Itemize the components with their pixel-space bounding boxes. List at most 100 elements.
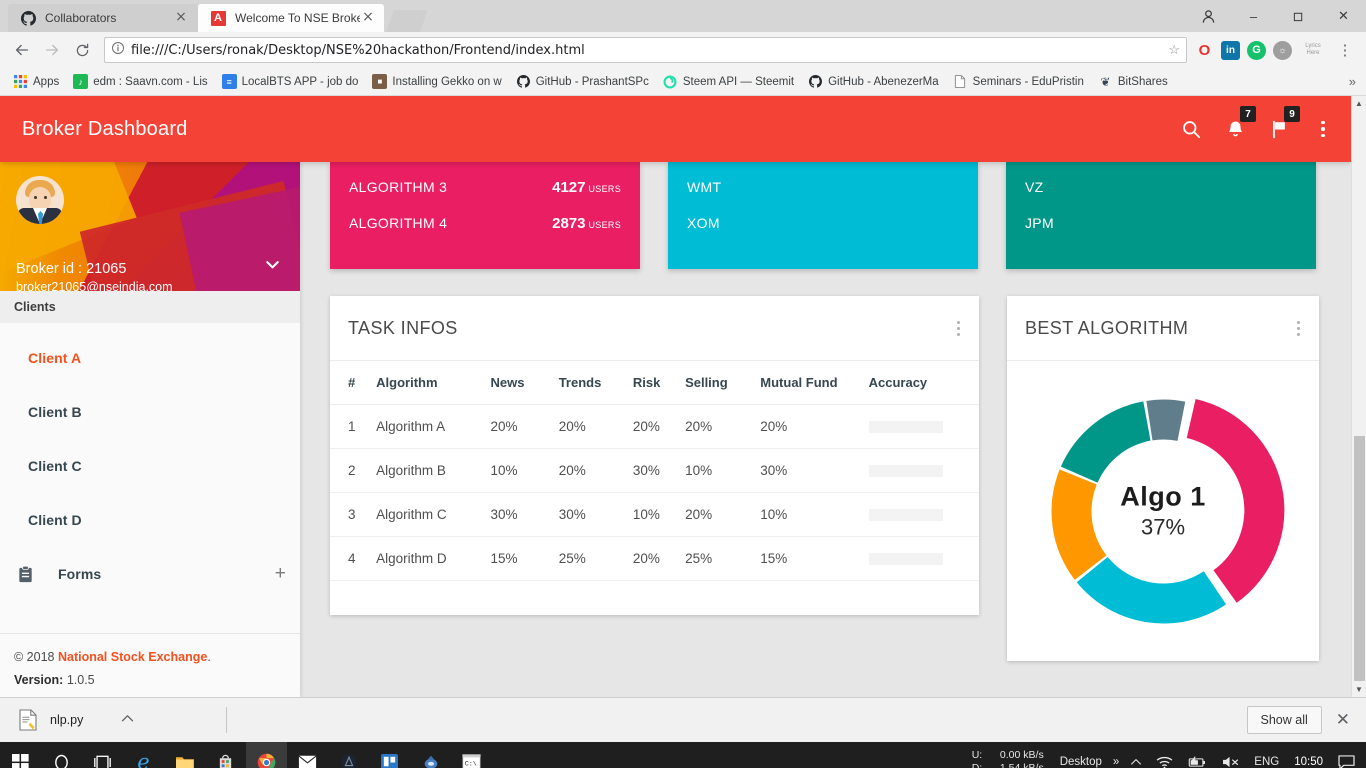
battery-charging-icon[interactable]: [1180, 742, 1214, 768]
version-value: 1.0.5: [66, 673, 95, 687]
bookmark-star-icon[interactable]: ☆: [1168, 42, 1180, 58]
tab-close-icon[interactable]: ×: [173, 10, 189, 26]
store-icon[interactable]: [205, 742, 246, 768]
desktop-label[interactable]: Desktop: [1053, 742, 1109, 768]
donut-slice-algo-4[interactable]: [1060, 400, 1151, 483]
tab-close-icon[interactable]: ×: [360, 10, 376, 26]
grammarly-icon[interactable]: G: [1247, 40, 1266, 60]
bookmarks-overflow-icon[interactable]: »: [1349, 74, 1360, 89]
chrome-icon[interactable]: [246, 742, 287, 768]
sidebar-item-client-b[interactable]: Client B: [0, 385, 300, 439]
postman-icon[interactable]: [410, 742, 451, 768]
cloud-icon[interactable]: ☼: [1273, 40, 1292, 60]
donut-slice-algo-5[interactable]: [1145, 399, 1185, 441]
atom-icon[interactable]: [328, 742, 369, 768]
github-icon: [516, 74, 531, 89]
bookmark-item[interactable]: ♪ edm : Saavn.com - Lis: [66, 71, 214, 93]
scrollbar-thumb[interactable]: [1354, 436, 1365, 681]
stat-card-algorithms[interactable]: ALGORITHM 3 4127 USERS ALGORITHM 4 2873 US…: [330, 162, 640, 269]
edge-icon[interactable]: e: [123, 742, 164, 768]
wifi-icon[interactable]: [1149, 742, 1180, 768]
opera-icon[interactable]: O: [1195, 41, 1214, 60]
new-tab-button[interactable]: [385, 10, 429, 32]
window-controls: – ✕: [1186, 0, 1366, 32]
start-button[interactable]: [0, 742, 41, 768]
donut-slice-algo-3[interactable]: [1051, 469, 1106, 580]
cmd-icon[interactable]: C:\: [451, 742, 492, 768]
extension-icons: O in G ☼ Lyrics Here ⋮: [1195, 36, 1358, 64]
stat-card-tickers-teal[interactable]: VZ JPM: [1006, 162, 1316, 269]
scroll-up-icon[interactable]: ▲: [1352, 96, 1366, 111]
reload-icon[interactable]: [68, 36, 96, 64]
bookmark-item[interactable]: ❦ BitShares: [1091, 71, 1175, 93]
minimize-button[interactable]: –: [1231, 0, 1276, 32]
sidebar-item-forms[interactable]: Forms +: [0, 547, 300, 601]
table-row[interactable]: 1 Algorithm A 20% 20% 20% 20% 20%: [330, 404, 979, 449]
lyrics-here-icon[interactable]: Lyrics Here: [1299, 41, 1327, 60]
page-info-icon[interactable]: [111, 41, 125, 60]
show-hidden-icons-icon[interactable]: [1123, 742, 1149, 768]
page-scrollbar[interactable]: ▲ ▼: [1351, 96, 1366, 697]
chevron-down-icon[interactable]: [263, 255, 282, 279]
more-vert-icon[interactable]: [1297, 320, 1300, 336]
download-menu-icon[interactable]: [121, 714, 134, 726]
chrome-menu-icon[interactable]: ⋮: [1334, 36, 1356, 64]
bookmark-item[interactable]: GitHub - PrashantSPc: [509, 71, 656, 93]
sidebar-item-client-c[interactable]: Client C: [0, 439, 300, 493]
search-icon[interactable]: [1177, 115, 1205, 143]
donut-slice-algo-1[interactable]: [1186, 398, 1284, 603]
close-icon[interactable]: ✕: [1336, 710, 1356, 730]
volume-muted-icon[interactable]: [1214, 742, 1247, 768]
address-bar[interactable]: file:///C:/Users/ronak/Desktop/NSE%20hac…: [104, 37, 1187, 63]
trello-icon[interactable]: [369, 742, 410, 768]
cortana-button[interactable]: [41, 742, 82, 768]
mail-icon[interactable]: [287, 742, 328, 768]
back-icon[interactable]: [8, 36, 36, 64]
browser-tab-collaborators[interactable]: Collaborators ×: [8, 4, 198, 32]
bookmark-item[interactable]: GitHub - AbenezerMa: [801, 71, 946, 93]
avatar: [16, 176, 64, 224]
browser-chrome: Collaborators × A Welcome To NSE Broker …: [0, 0, 1366, 96]
bookmark-apps[interactable]: Apps: [6, 71, 66, 93]
tray-overflow-icon[interactable]: »: [1109, 742, 1123, 768]
stat-row: ALGORITHM 3 4127 USERS: [349, 174, 621, 210]
bookmark-item[interactable]: Steem API — Steemit: [656, 71, 801, 93]
copyright-org[interactable]: National Stock Exchange: [58, 650, 207, 664]
language-indicator[interactable]: ENG: [1247, 742, 1286, 768]
sidebar-item-client-a[interactable]: Client A: [0, 331, 300, 385]
task-view-button[interactable]: [82, 742, 123, 768]
more-vert-icon[interactable]: [1309, 115, 1337, 143]
download-item[interactable]: nlp.py: [14, 705, 214, 736]
close-button[interactable]: ✕: [1321, 0, 1366, 32]
network-speed-indicator[interactable]: U: 0.00 kB/s D: 1.54 kB/s: [963, 749, 1053, 768]
sidebar-profile-header[interactable]: Broker id : 21065 broker21065@nseindia.c…: [0, 162, 300, 291]
linkedin-icon[interactable]: in: [1221, 40, 1240, 60]
bookmark-item[interactable]: ≡ LocalBTS APP - job do: [215, 71, 366, 93]
profile-icon[interactable]: [1186, 0, 1231, 32]
bookmark-item[interactable]: Seminars - EduPristin: [946, 71, 1091, 93]
table-row[interactable]: 3 Algorithm C 30% 30% 10% 20% 10%: [330, 492, 979, 537]
bell-icon[interactable]: 7: [1221, 106, 1256, 143]
download-bar: nlp.py Show all ✕: [0, 697, 1366, 742]
table-row[interactable]: 2 Algorithm B 10% 20% 30% 10% 30%: [330, 448, 979, 493]
cell-news: 30%: [490, 492, 559, 537]
stat-card-tickers-cyan[interactable]: WMT XOM: [668, 162, 978, 269]
clock[interactable]: 10:50: [1286, 755, 1331, 768]
donut-slice-algo-2[interactable]: [1076, 556, 1226, 623]
file-explorer-icon[interactable]: [164, 742, 205, 768]
flag-icon[interactable]: 9: [1265, 106, 1300, 143]
sidebar-item-client-d[interactable]: Client D: [0, 493, 300, 547]
action-center-icon[interactable]: [1331, 742, 1362, 768]
clipboard-icon: [14, 565, 36, 584]
show-all-button[interactable]: Show all: [1246, 706, 1322, 734]
browser-tab-nse-broker[interactable]: A Welcome To NSE Broker ×: [198, 4, 384, 32]
more-vert-icon[interactable]: [957, 320, 960, 336]
bookmark-item[interactable]: ■ Installing Gekko on w: [365, 71, 508, 93]
download-file-name: nlp.py: [50, 713, 84, 727]
table-row[interactable]: 4 Algorithm D 15% 25% 20% 25% 15%: [330, 536, 979, 581]
donut-chart[interactable]: Algo 1 37%: [1041, 389, 1286, 634]
add-form-icon[interactable]: +: [275, 563, 286, 585]
scroll-down-icon[interactable]: ▼: [1352, 682, 1366, 697]
maximize-button[interactable]: [1276, 0, 1321, 32]
stat-label: XOM: [687, 215, 720, 231]
